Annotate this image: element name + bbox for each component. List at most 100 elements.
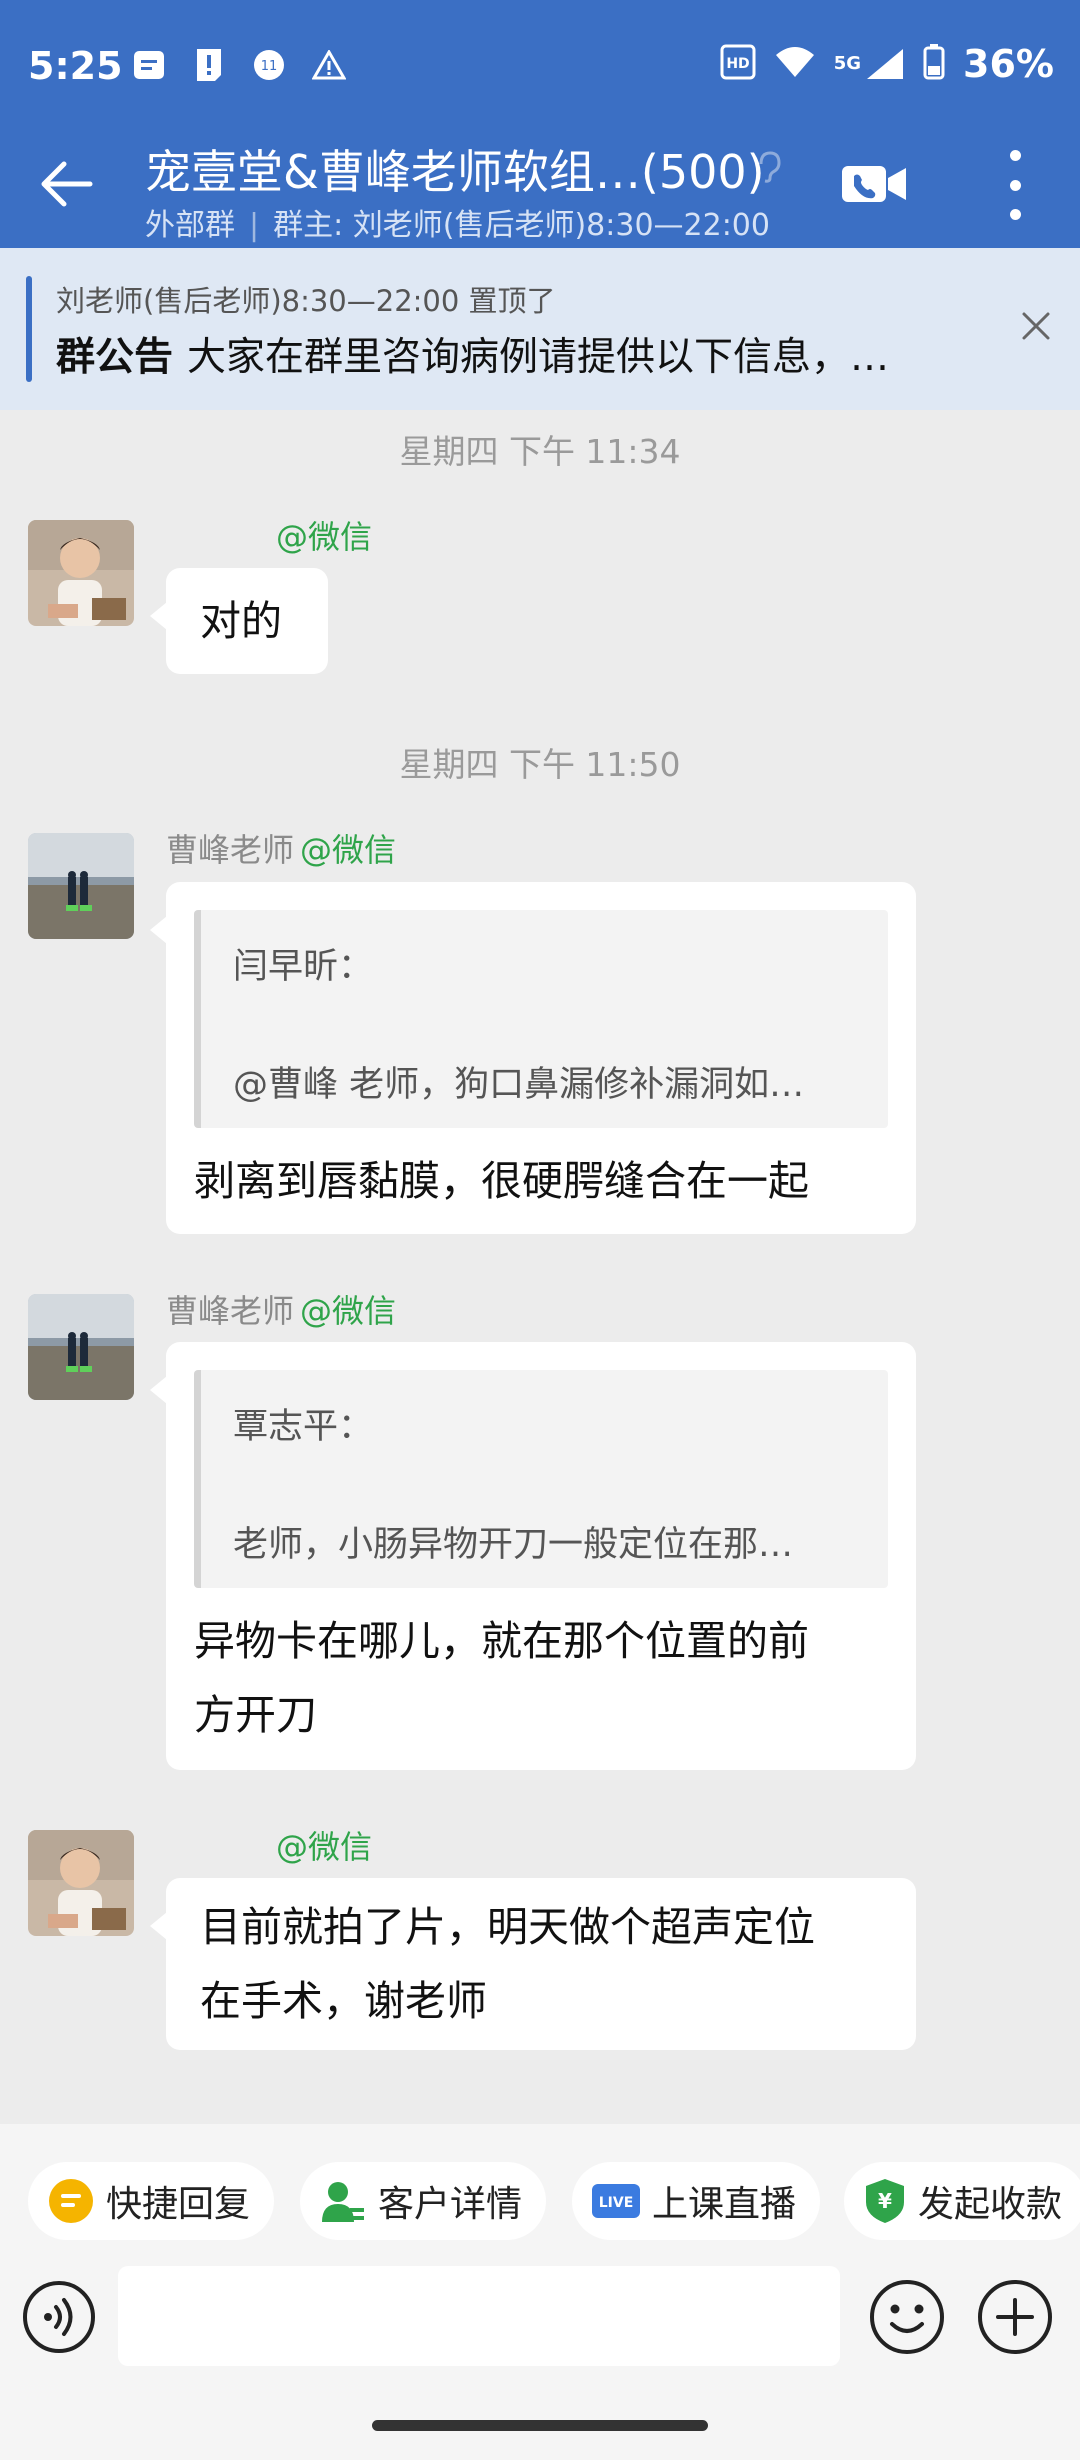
- voice-input-button[interactable]: [22, 2280, 96, 2354]
- message-text-line: 在手术，谢老师: [200, 1977, 487, 2025]
- message-timestamp: 星期四 下午 11:50: [399, 745, 681, 784]
- more-dot-icon: [1009, 179, 1021, 191]
- home-indicator[interactable]: [372, 2420, 708, 2431]
- quoted-text: @曹峰 老师，狗口鼻漏修补漏洞如…: [233, 1065, 805, 1105]
- wifi-icon: [774, 45, 816, 83]
- child-avatar-icon: [28, 1830, 134, 1936]
- status-system-icons: HD 5G 36%: [720, 42, 1054, 86]
- gesture-nav-area: [0, 2390, 1080, 2460]
- message-sender: 曹峰老师 @微信: [166, 825, 396, 871]
- more-actions-button[interactable]: [976, 2278, 1054, 2356]
- group-owner-label: 群主: 刘老师(售后老师)8:30—22:00: [273, 208, 770, 243]
- emoji-button[interactable]: [868, 2278, 946, 2356]
- app-badge-icon: 11: [252, 48, 286, 82]
- svg-text:HD: HD: [726, 56, 749, 72]
- video-call-button[interactable]: [840, 154, 910, 214]
- quoted-message[interactable]: 闫早昕： @曹峰 老师，狗口鼻漏修补漏洞如…: [194, 910, 888, 1128]
- message-timestamp: 星期四 下午 11:34: [399, 432, 681, 471]
- message-bubble[interactable]: 目前就拍了片，明天做个超声定位 在手术，谢老师: [150, 1878, 916, 2050]
- pinned-meta: 刘老师(售后老师)8:30—22:00 置顶了: [56, 284, 556, 318]
- message-sender: @微信: [270, 1822, 372, 1868]
- customer-details-label: 客户详情: [378, 2184, 523, 2225]
- message-text-line: 方开刀: [194, 1691, 317, 1739]
- message-bubble[interactable]: 闫早昕： @曹峰 老师，狗口鼻漏修补漏洞如… 剥离到唇黏膜，很硬腭缝合在一起: [150, 882, 916, 1234]
- avatar[interactable]: [28, 1294, 134, 1400]
- quick-actions-bar: 快捷回复 客户详情 LIVE 上课直播 ¥ 发起收款: [0, 2124, 1080, 2260]
- announcement-text: 大家在群里咨询病例请提供以下信息，…: [187, 335, 890, 380]
- subtitle-divider: |: [249, 208, 260, 243]
- svg-text:¥: ¥: [878, 2189, 892, 2213]
- close-pinned-button[interactable]: [1016, 306, 1056, 346]
- customer-icon: [322, 2182, 364, 2222]
- more-dot-icon: [1009, 209, 1021, 220]
- sender-name: 曹峰老师: [166, 831, 295, 869]
- sender-source: @微信: [276, 1828, 373, 1866]
- svg-text:11: 11: [261, 59, 278, 74]
- start-payment-button[interactable]: ¥ 发起收款: [844, 2162, 1080, 2240]
- pinned-announcement[interactable]: 刘老师(售后老师)8:30—22:00 置顶了 群公告 大家在群里咨询病例请提供以…: [0, 248, 1080, 410]
- signal-icon: 5G: [834, 47, 905, 81]
- quick-reply-button[interactable]: 快捷回复: [28, 2162, 275, 2240]
- quick-reply-icon: [49, 2179, 93, 2223]
- quoted-sender: 闫早昕：: [233, 947, 374, 987]
- pinned-body: 群公告 大家在群里咨询病例请提供以下信息，…: [56, 326, 889, 382]
- chat-subtitle: 外部群 | 群主: 刘老师(售后老师)8:30—22:00: [145, 200, 770, 244]
- beach-avatar-icon: [28, 833, 134, 939]
- quoted-message[interactable]: 覃志平： 老师，小肠异物开刀一般定位在那…: [194, 1370, 888, 1588]
- sender-name: 曹峰老师: [166, 1292, 295, 1330]
- customer-details-button[interactable]: 客户详情: [300, 2162, 547, 2240]
- child-avatar-icon: [28, 520, 134, 626]
- back-button[interactable]: [34, 152, 98, 216]
- earpiece-mode-icon: [755, 150, 783, 188]
- avatar[interactable]: [28, 833, 134, 939]
- message-sender: @微信: [270, 512, 372, 558]
- more-options-button[interactable]: [1000, 150, 1030, 220]
- live-icon: LIVE: [592, 2184, 640, 2218]
- sender-source: @微信: [276, 518, 373, 556]
- message-text: 剥离到唇黏膜，很硬腭缝合在一起: [194, 1157, 809, 1205]
- hd-icon: HD: [720, 44, 756, 84]
- quick-reply-label: 快捷回复: [106, 2184, 251, 2225]
- avatar[interactable]: [28, 1830, 134, 1936]
- sender-source: @微信: [300, 1292, 397, 1330]
- quoted-sender: 覃志平：: [233, 1407, 374, 1447]
- pinned-accent-bar: [26, 276, 32, 382]
- message-text: 对的: [200, 597, 282, 645]
- back-arrow-icon: [41, 161, 93, 207]
- live-class-button[interactable]: LIVE 上课直播: [572, 2162, 821, 2240]
- message-bubble[interactable]: 对的: [150, 568, 328, 674]
- message-notification-icon: [132, 48, 166, 82]
- message-input-row: [0, 2260, 1080, 2390]
- title-row: 宠壹堂&曹峰老师软组…(500) 外部群 | 群主: 刘老师(售后老师)8:30—2…: [0, 132, 1080, 248]
- start-payment-label: 发起收款: [918, 2184, 1063, 2225]
- plus-icon: [978, 2280, 1052, 2354]
- signal-label: 5G: [833, 53, 862, 74]
- message-bubble[interactable]: 覃志平： 老师，小肠异物开刀一般定位在那… 异物卡在哪儿，就在那个位置的前 方开…: [150, 1342, 916, 1770]
- emoji-icon: [870, 2280, 944, 2354]
- status-bar: 5:25 11 HD 5G 36%: [0, 0, 1080, 132]
- message-text-line: 异物卡在哪儿，就在那个位置的前: [194, 1617, 809, 1665]
- message-input[interactable]: [118, 2266, 840, 2366]
- sender-source: @微信: [300, 831, 397, 869]
- beach-avatar-icon: [28, 1294, 134, 1400]
- message-sender: 曹峰老师 @微信: [166, 1286, 396, 1332]
- more-dot-icon: [1009, 150, 1021, 161]
- battery-percent: 36%: [963, 42, 1054, 86]
- app-header: 5:25 11 HD 5G 36% 宠壹堂&曹峰老师软组…(500) 外部群 |…: [0, 0, 1080, 248]
- voice-icon: [23, 2281, 95, 2353]
- alert-icon: [192, 48, 226, 82]
- status-time: 5:25: [28, 44, 123, 88]
- external-group-label: 外部群: [145, 208, 235, 243]
- close-icon: [1022, 312, 1050, 340]
- svg-text:LIVE: LIVE: [599, 2195, 634, 2211]
- quoted-text: 老师，小肠异物开刀一般定位在那…: [233, 1525, 794, 1565]
- live-class-label: 上课直播: [652, 2184, 797, 2225]
- announcement-tag: 群公告: [56, 335, 174, 380]
- warning-icon: [312, 48, 346, 82]
- payment-icon: ¥: [866, 2179, 904, 2223]
- status-notification-icons: 11: [132, 48, 346, 82]
- chat-title[interactable]: 宠壹堂&曹峰老师软组…(500): [145, 136, 765, 202]
- battery-icon: [923, 44, 945, 84]
- video-call-icon: [842, 166, 906, 202]
- avatar[interactable]: [28, 520, 134, 626]
